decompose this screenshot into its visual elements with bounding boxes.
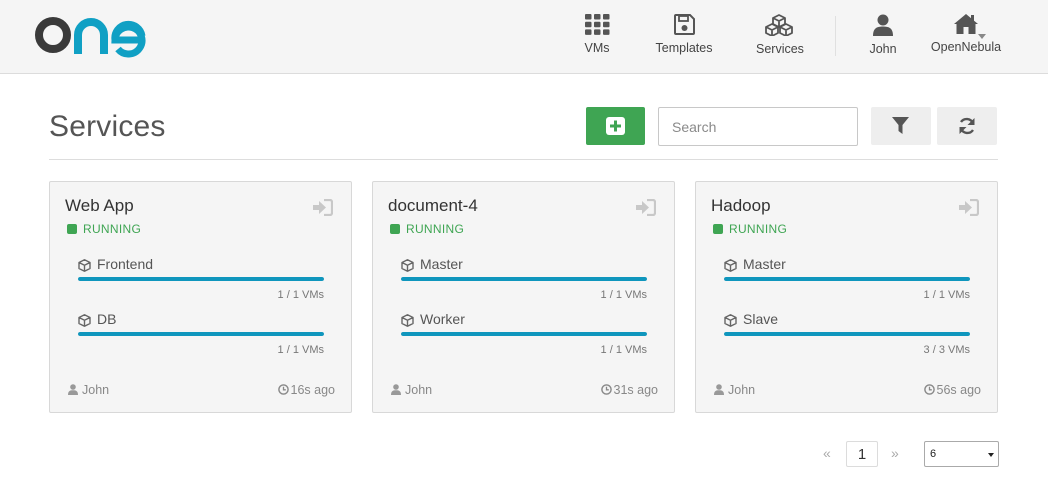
user-icon xyxy=(873,14,893,36)
role-progress-bar xyxy=(724,277,970,281)
role-progress-bar xyxy=(78,277,324,281)
refresh-button[interactable] xyxy=(937,107,997,145)
nav-user[interactable]: John xyxy=(866,14,900,64)
service-time: 16s ago xyxy=(277,383,335,397)
nav-divider xyxy=(835,16,836,56)
service-time: 31s ago xyxy=(600,383,658,397)
status-label: RUNNING xyxy=(406,222,465,236)
user-icon xyxy=(391,384,401,395)
chevron-down-icon[interactable] xyxy=(978,34,986,39)
role-progress-bar xyxy=(401,332,647,336)
status-badge: RUNNING xyxy=(390,222,464,236)
refresh-icon xyxy=(959,117,975,135)
status-badge: RUNNING xyxy=(713,222,787,236)
service-card[interactable]: Hadoop RUNNING Master 1 / 1 VMs Slave 3 … xyxy=(695,181,998,413)
page-size-value: 6 xyxy=(930,448,937,460)
role-name: DB xyxy=(97,311,117,327)
role-name: Master xyxy=(420,256,463,272)
add-service-button[interactable] xyxy=(586,107,645,145)
owner-name: John xyxy=(728,383,756,397)
nav-vms[interactable]: VMs xyxy=(577,14,617,64)
role-item: Frontend 1 / 1 VMs xyxy=(78,254,324,309)
role-vm-count: 1 / 1 VMs xyxy=(600,289,647,301)
role-vm-count: 1 / 1 VMs xyxy=(277,289,324,301)
cube-icon xyxy=(401,314,414,327)
floppy-icon xyxy=(673,14,695,35)
status-label: RUNNING xyxy=(83,222,142,236)
service-card[interactable]: document-4 RUNNING Master 1 / 1 VMs Work… xyxy=(372,181,675,413)
search-input[interactable] xyxy=(658,107,858,146)
service-name: document-4 xyxy=(388,196,478,215)
home-icon xyxy=(954,14,978,34)
sign-in-icon[interactable] xyxy=(313,199,333,216)
header-divider xyxy=(49,159,998,160)
nav-user-label: John xyxy=(869,42,897,56)
status-label: RUNNING xyxy=(729,222,788,236)
service-owner: John xyxy=(68,383,109,397)
role-vm-count: 1 / 1 VMs xyxy=(600,344,647,356)
cube-icon xyxy=(724,259,737,272)
service-name: Web App xyxy=(65,196,134,215)
sign-in-icon[interactable] xyxy=(959,199,979,216)
service-card[interactable]: Web App RUNNING Frontend 1 / 1 VMs DB 1 … xyxy=(49,181,352,413)
owner-name: John xyxy=(82,383,110,397)
grid-icon xyxy=(584,14,609,35)
nav-zone[interactable]: OpenNebula xyxy=(930,14,1002,64)
time-ago: 16s ago xyxy=(290,383,335,397)
cube-icon xyxy=(78,314,91,327)
role-vm-count: 3 / 3 VMs xyxy=(923,344,970,356)
service-time: 56s ago xyxy=(923,383,981,397)
role-progress-bar xyxy=(78,332,324,336)
role-item: Master 1 / 1 VMs xyxy=(401,254,647,309)
clock-icon xyxy=(600,384,612,395)
status-badge: RUNNING xyxy=(67,222,141,236)
cubes-icon xyxy=(765,14,793,36)
cube-icon xyxy=(401,259,414,272)
time-ago: 31s ago xyxy=(613,383,658,397)
role-name: Frontend xyxy=(97,256,154,272)
top-navbar: VMs Templates Services John OpenNebula xyxy=(0,0,1048,74)
user-icon xyxy=(68,384,78,395)
role-progress-bar xyxy=(724,332,970,336)
role-item: Worker 1 / 1 VMs xyxy=(401,309,647,364)
service-owner: John xyxy=(714,383,755,397)
role-name: Worker xyxy=(420,311,465,327)
page-title: Services xyxy=(49,110,166,143)
filter-button[interactable] xyxy=(871,107,931,145)
role-item: DB 1 / 1 VMs xyxy=(78,309,324,364)
nav-templates-label: Templates xyxy=(655,41,713,55)
nav-templates[interactable]: Templates xyxy=(654,14,714,64)
opennebula-logo[interactable] xyxy=(34,14,152,58)
pagination-current-page[interactable]: 1 xyxy=(846,441,878,467)
role-vm-count: 1 / 1 VMs xyxy=(277,344,324,356)
page-size-select[interactable]: 6 xyxy=(924,441,999,467)
nav-zone-label: OpenNebula xyxy=(930,40,1002,54)
role-vm-count: 1 / 1 VMs xyxy=(923,289,970,301)
filter-icon xyxy=(892,117,909,134)
chevron-down-icon xyxy=(988,453,994,457)
owner-name: John xyxy=(405,383,433,397)
role-item: Master 1 / 1 VMs xyxy=(724,254,970,309)
role-item: Slave 3 / 3 VMs xyxy=(724,309,970,364)
plus-square-icon xyxy=(606,117,625,135)
nav-vms-label: VMs xyxy=(584,41,610,55)
pagination-next[interactable]: » xyxy=(891,445,899,461)
service-name: Hadoop xyxy=(711,196,771,215)
nav-services[interactable]: Services xyxy=(756,14,804,64)
role-progress-bar xyxy=(401,277,647,281)
clock-icon xyxy=(277,384,289,395)
clock-icon xyxy=(923,384,935,395)
cube-icon xyxy=(724,314,737,327)
service-owner: John xyxy=(391,383,432,397)
sign-in-icon[interactable] xyxy=(636,199,656,216)
pagination-prev[interactable]: « xyxy=(823,445,831,461)
user-icon xyxy=(714,384,724,395)
role-name: Slave xyxy=(743,311,779,327)
time-ago: 56s ago xyxy=(936,383,981,397)
cube-icon xyxy=(78,259,91,272)
role-name: Master xyxy=(743,256,786,272)
nav-services-label: Services xyxy=(756,42,804,56)
